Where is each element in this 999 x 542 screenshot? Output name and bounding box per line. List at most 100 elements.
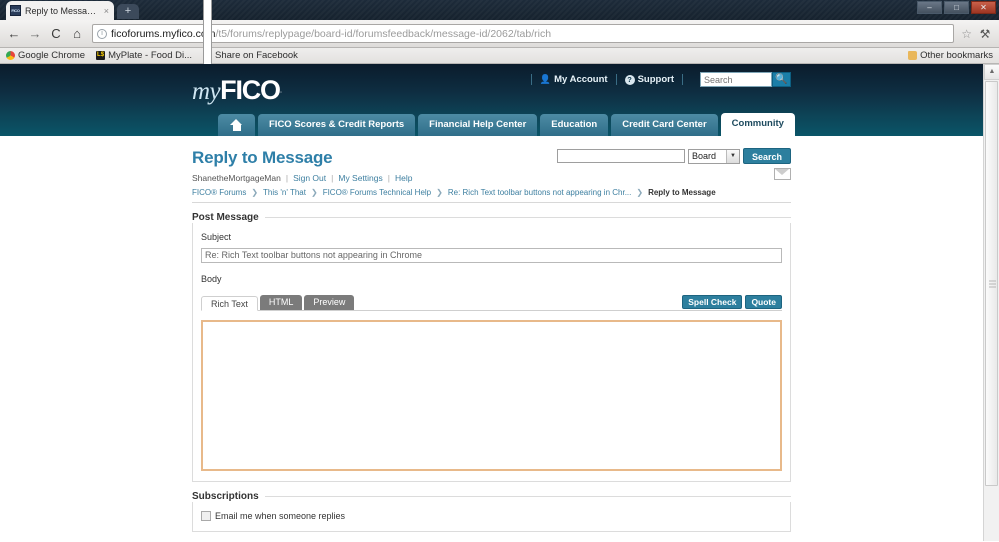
back-icon[interactable]: ← (6, 26, 22, 41)
reload-icon[interactable]: C (48, 26, 64, 41)
close-tab-icon[interactable]: × (103, 6, 110, 16)
browser-toolbar: ← → C ⌂ i ficoforums.myfico.com/t5/forum… (0, 20, 999, 48)
quote-button[interactable]: Quote (745, 295, 782, 309)
scrollbar-thumb[interactable] (985, 81, 998, 486)
subscriptions-section: Subscriptions Email me when someone repl… (192, 491, 791, 532)
breadcrumb-item-forums[interactable]: FICO® Forums (192, 188, 246, 197)
chrome-icon (6, 51, 15, 60)
search-scope-value: Board (691, 151, 716, 161)
divider: | (331, 173, 334, 183)
subscriptions-legend-row: Subscriptions (192, 491, 791, 502)
minimize-button[interactable]: – (917, 1, 942, 14)
scroll-up-button[interactable]: ▲ (984, 64, 999, 80)
chevron-right-icon: ❯ (636, 188, 644, 197)
chevron-down-icon: ▼ (725, 149, 739, 163)
bookmark-item[interactable]: Google Chrome (6, 50, 85, 61)
chevron-right-icon: ❯ (436, 188, 443, 197)
subscribe-checkbox[interactable] (201, 511, 211, 521)
post-message-legend: Post Message (192, 212, 259, 223)
my-account-label: My Account (554, 74, 608, 85)
favicon-icon: FICO (10, 5, 21, 16)
scrollbar-grip-icon (989, 280, 996, 287)
bookmark-label: MyPlate - Food Di... (108, 50, 193, 61)
site-info-icon: i (97, 28, 107, 39)
page-content: Reply to Message ShanetheMortgageMan | S… (0, 136, 983, 541)
bookmark-item[interactable]: L$ MyPlate - Food Di... (96, 50, 192, 61)
question-mark-icon: ? (624, 74, 635, 85)
search-scope-select[interactable]: Board ▼ (687, 148, 740, 164)
wrench-menu-icon[interactable]: ⚒ (977, 27, 993, 41)
browser-tab-title: Reply to Message - FI... (25, 5, 99, 16)
tab-html[interactable]: HTML (259, 295, 303, 310)
nav-tab-community[interactable]: Community (720, 113, 795, 136)
nav-tab-home[interactable] (218, 114, 255, 136)
breadcrumb: FICO® Forums ❯ This 'n' That ❯ FICO® For… (192, 188, 791, 202)
web-page: myFICO. 👤 My Account ? Support Search 🔍 … (0, 64, 983, 541)
site-header: myFICO. 👤 My Account ? Support Search 🔍 … (0, 64, 983, 136)
breadcrumb-item-technical-help[interactable]: FICO® Forums Technical Help (323, 188, 431, 197)
search-icon[interactable]: 🔍 (772, 72, 791, 87)
tab-rich-text[interactable]: Rich Text (201, 296, 258, 311)
support-label: Support (637, 74, 674, 85)
nav-tab-fico-scores[interactable]: FICO Scores & Credit Reports (258, 114, 416, 136)
support-link[interactable]: ? Support (624, 74, 674, 85)
myplate-icon: L$ (96, 51, 106, 60)
bookmark-star-icon[interactable]: ☆ (961, 27, 972, 41)
forum-search: Board ▼ Search (556, 148, 791, 164)
browser-tabstrip: FICO Reply to Message - FI... × + – □ ✕ (0, 0, 999, 20)
body-editor[interactable] (201, 320, 782, 471)
subscriptions-legend: Subscriptions (192, 491, 259, 502)
maximize-button[interactable]: □ (944, 1, 969, 14)
help-link[interactable]: Help (395, 173, 412, 183)
home-icon[interactable]: ⌂ (69, 26, 85, 41)
header-search: 🔍 (700, 72, 791, 87)
sign-out-link[interactable]: Sign Out (293, 173, 326, 183)
person-icon: 👤 (539, 74, 552, 84)
nav-tab-financial-help-center[interactable]: Financial Help Center (418, 114, 538, 136)
forum-search-input[interactable] (556, 149, 685, 163)
window-controls: – □ ✕ (917, 1, 996, 14)
address-bar-url: ficoforums.myfico.com/t5/forums/replypag… (111, 28, 551, 40)
new-tab-button[interactable]: + (117, 4, 139, 19)
chevron-right-icon: ❯ (251, 188, 259, 197)
close-window-button[interactable]: ✕ (971, 1, 996, 14)
nav-tab-credit-card-center[interactable]: Credit Card Center (611, 114, 718, 136)
envelope-icon[interactable] (774, 168, 791, 180)
subscribe-row[interactable]: Email me when someone replies (201, 511, 782, 521)
subject-input[interactable] (201, 247, 782, 263)
url-host: ficoforums.myfico.com (111, 27, 216, 40)
forum-search-button[interactable]: Search (742, 148, 791, 164)
nav-tab-education[interactable]: Education (540, 114, 609, 136)
breadcrumb-container: FICO® Forums ❯ This 'n' That ❯ FICO® For… (192, 188, 791, 203)
post-message-body: Subject Body Rich Text HTML Preview Spel… (192, 223, 791, 482)
post-message-legend-row: Post Message (192, 212, 791, 223)
other-bookmarks-button[interactable]: Other bookmarks (908, 50, 993, 61)
header-search-input[interactable] (700, 72, 772, 87)
breadcrumb-item-current: Reply to Message (648, 188, 716, 197)
browser-tab[interactable]: FICO Reply to Message - FI... × (6, 1, 114, 20)
body-label: Body (201, 274, 222, 284)
folder-icon (908, 51, 918, 60)
subscribe-label: Email me when someone replies (215, 511, 346, 521)
subscriptions-body: Email me when someone replies (192, 502, 791, 532)
my-settings-link[interactable]: My Settings (338, 173, 382, 183)
divider (615, 74, 617, 85)
tab-preview[interactable]: Preview (304, 295, 355, 310)
divider (264, 496, 791, 497)
spell-check-button[interactable]: Spell Check (682, 295, 743, 309)
divider (530, 74, 532, 85)
vertical-scrollbar[interactable]: ▲ (983, 64, 999, 541)
breadcrumb-item-thread[interactable]: Re: Rich Text toolbar buttons not appear… (448, 188, 632, 197)
bookmark-label: Share on Facebook (215, 50, 298, 61)
site-nav-tabs: FICO Scores & Credit Reports Financial H… (218, 113, 795, 136)
breadcrumb-item-this-n-that[interactable]: This 'n' That (263, 188, 306, 197)
logo-registered-mark: . (279, 85, 283, 95)
user-links: ShanetheMortgageMan | Sign Out | My Sett… (192, 173, 791, 183)
myfico-logo[interactable]: myFICO. (192, 75, 282, 106)
my-account-link[interactable]: 👤 My Account (540, 74, 608, 85)
username-label: ShanetheMortgageMan (192, 173, 281, 183)
forward-icon[interactable]: → (27, 26, 43, 41)
bookmark-label: Google Chrome (18, 50, 86, 61)
subject-label: Subject (201, 232, 232, 242)
logo-fico: FICO (220, 75, 281, 105)
